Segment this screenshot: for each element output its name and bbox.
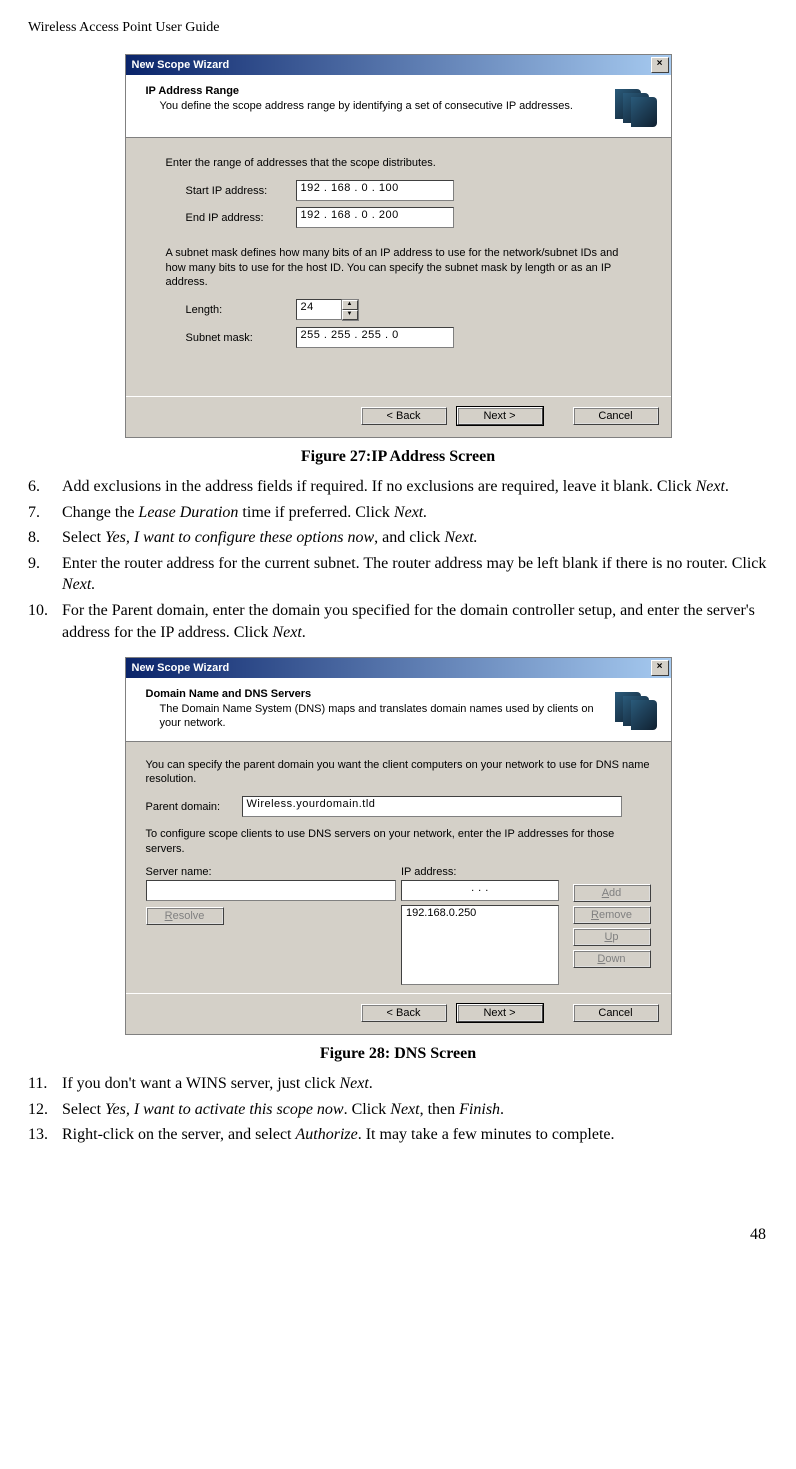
ip-address-label: IP address: xyxy=(401,866,562,878)
ip-address-dialog: New Scope Wizard × IP Address Range You … xyxy=(125,54,672,438)
close-icon[interactable]: × xyxy=(651,660,669,676)
wizard-header: IP Address Range You define the scope ad… xyxy=(126,75,671,138)
subnet-input[interactable]: 255 . 255 . 255 . 0 xyxy=(296,327,454,348)
wizard-subheading: You define the scope address range by id… xyxy=(160,99,601,113)
start-ip-label: Start IP address: xyxy=(186,185,296,197)
parent-domain-label: Parent domain: xyxy=(146,801,242,813)
list-item: 11.If you don't want a WINS server, just… xyxy=(28,1073,768,1095)
list-item: 8.Select Yes, I want to configure these … xyxy=(28,527,768,549)
wizard-heading: IP Address Range xyxy=(146,85,601,97)
length-label: Length: xyxy=(186,304,296,316)
subnet-label: Subnet mask: xyxy=(186,332,296,344)
resolve-button[interactable]: Resolve xyxy=(146,907,224,925)
next-button[interactable]: Next > xyxy=(457,407,543,425)
list-item: 6.Add exclusions in the address fields i… xyxy=(28,476,768,498)
instructions-list: 6.Add exclusions in the address fields i… xyxy=(28,476,768,643)
list-item: 7.Change the Lease Duration time if pref… xyxy=(28,502,768,524)
end-ip-label: End IP address: xyxy=(186,212,296,224)
wizard-icon xyxy=(611,688,659,730)
cancel-button[interactable]: Cancel xyxy=(573,1004,659,1022)
length-spinner[interactable]: 24 ▲▼ xyxy=(296,299,359,321)
list-item: 12.Select Yes, I want to activate this s… xyxy=(28,1099,768,1121)
ip-address-input[interactable]: . . . xyxy=(401,880,559,901)
titlebar: New Scope Wizard × xyxy=(126,55,671,75)
dialog-title: New Scope Wizard xyxy=(132,59,230,71)
intro-text: Enter the range of addresses that the sc… xyxy=(166,156,641,170)
close-icon[interactable]: × xyxy=(651,57,669,73)
dns-text: To configure scope clients to use DNS se… xyxy=(146,827,651,856)
wizard-icon xyxy=(611,85,659,127)
wizard-heading: Domain Name and DNS Servers xyxy=(146,688,601,700)
parent-domain-input[interactable]: Wireless.yourdomain.tld xyxy=(242,796,622,817)
server-name-input[interactable] xyxy=(146,880,396,901)
down-button[interactable]: Down xyxy=(573,950,651,968)
figure-27-caption: Figure 27:IP Address Screen xyxy=(28,448,768,466)
remove-button[interactable]: Remove xyxy=(573,906,651,924)
wizard-header: Domain Name and DNS Servers The Domain N… xyxy=(126,678,671,742)
spinner-buttons[interactable]: ▲▼ xyxy=(342,299,359,321)
mask-text: A subnet mask defines how many bits of a… xyxy=(166,246,641,289)
back-button[interactable]: < Back xyxy=(361,1004,447,1022)
add-button[interactable]: Add xyxy=(573,884,651,902)
list-item: 13.Right-click on the server, and select… xyxy=(28,1124,768,1146)
titlebar: New Scope Wizard × xyxy=(126,658,671,678)
page-number: 48 xyxy=(28,1226,768,1244)
server-name-label: Server name: xyxy=(146,866,401,878)
end-ip-input[interactable]: 192 . 168 . 0 . 200 xyxy=(296,207,454,228)
instructions-list-2: 11.If you don't want a WINS server, just… xyxy=(28,1073,768,1146)
wizard-subheading: The Domain Name System (DNS) maps and tr… xyxy=(160,702,601,731)
up-button[interactable]: Up xyxy=(573,928,651,946)
intro-text: You can specify the parent domain you wa… xyxy=(146,758,651,787)
page-header: Wireless Access Point User Guide xyxy=(28,20,768,36)
next-button[interactable]: Next > xyxy=(457,1004,543,1022)
cancel-button[interactable]: Cancel xyxy=(573,407,659,425)
list-item: 9.Enter the router address for the curre… xyxy=(28,553,768,596)
ip-listbox[interactable]: 192.168.0.250 xyxy=(401,905,559,985)
figure-28-caption: Figure 28: DNS Screen xyxy=(28,1045,768,1063)
length-input[interactable]: 24 xyxy=(296,299,342,320)
dialog-title: New Scope Wizard xyxy=(132,662,230,674)
start-ip-input[interactable]: 192 . 168 . 0 . 100 xyxy=(296,180,454,201)
list-item: 10.For the Parent domain, enter the doma… xyxy=(28,600,768,643)
dns-dialog: New Scope Wizard × Domain Name and DNS S… xyxy=(125,657,672,1035)
back-button[interactable]: < Back xyxy=(361,407,447,425)
